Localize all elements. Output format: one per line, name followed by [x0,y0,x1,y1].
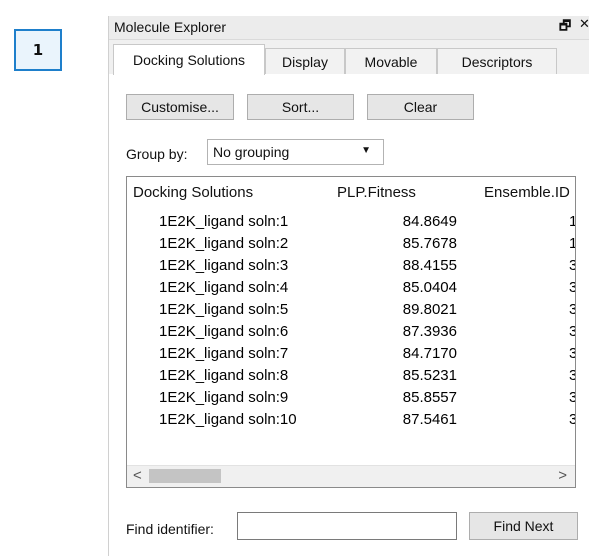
tab-descriptors[interactable]: Descriptors [437,48,557,74]
tab-movable[interactable]: Movable [345,48,437,74]
group-by-select[interactable]: No grouping ▼ [207,139,384,165]
ensemble-id-value: 1 [569,213,575,230]
table-row[interactable]: 1E2K_ligand soln:10 87.5461 3 [127,411,575,433]
solution-name: 1E2K_ligand soln:8 [159,367,289,384]
step-badge: 1 [14,29,62,71]
scroll-right-icon[interactable]: > [558,467,567,484]
plp-fitness-value: 84.8649 [402,213,457,230]
plp-fitness-value: 87.5461 [402,411,457,428]
group-by-label: Group by: [126,146,188,162]
solution-name: 1E2K_ligand soln:1 [159,213,289,230]
column-header-docking-solutions[interactable]: Docking Solutions [133,184,253,201]
title-bar: Molecule Explorer 🗗 ✕ [109,16,589,40]
column-header-plp-fitness[interactable]: PLP.Fitness [337,184,416,201]
find-identifier-input[interactable] [237,512,457,540]
customise-button[interactable]: Customise... [126,94,234,120]
solution-name: 1E2K_ligand soln:5 [159,301,289,318]
ensemble-id-value: 3 [569,345,575,362]
table-row[interactable]: 1E2K_ligand soln:2 85.7678 1 [127,235,575,257]
table-row[interactable]: 1E2K_ligand soln:7 84.7170 3 [127,345,575,367]
ensemble-id-value: 3 [569,389,575,406]
group-by-value: No grouping [213,144,290,160]
find-next-button[interactable]: Find Next [469,512,578,540]
column-header-ensemble-id[interactable]: Ensemble.ID [484,184,570,201]
plp-fitness-value: 85.0404 [402,279,457,296]
close-icon[interactable]: ✕ [579,17,589,32]
find-identifier-label: Find identifier: [126,521,214,537]
plp-fitness-value: 88.4155 [402,257,457,274]
plp-fitness-value: 87.3936 [402,323,457,340]
sort-button[interactable]: Sort... [247,94,354,120]
ensemble-id-value: 3 [569,411,575,428]
float-window-icon[interactable]: 🗗 [559,17,571,39]
solution-name: 1E2K_ligand soln:4 [159,279,289,296]
molecule-explorer-panel: Molecule Explorer 🗗 ✕ Docking Solutions … [108,16,589,556]
plp-fitness-value: 85.7678 [402,235,457,252]
horizontal-scrollbar[interactable]: < > [127,465,575,487]
solution-name: 1E2K_ligand soln:6 [159,323,289,340]
solution-name: 1E2K_ligand soln:10 [159,411,297,428]
solution-name: 1E2K_ligand soln:7 [159,345,289,362]
solution-name: 1E2K_ligand soln:9 [159,389,289,406]
table-row[interactable]: 1E2K_ligand soln:5 89.8021 3 [127,301,575,323]
solution-name: 1E2K_ligand soln:3 [159,257,289,274]
table-row[interactable]: 1E2K_ligand soln:4 85.0404 3 [127,279,575,301]
panel-title: Molecule Explorer [114,19,227,35]
scroll-left-icon[interactable]: < [133,467,142,484]
solution-name: 1E2K_ligand soln:2 [159,235,289,252]
ensemble-id-value: 3 [569,301,575,318]
plp-fitness-value: 89.8021 [402,301,457,318]
table-row[interactable]: 1E2K_ligand soln:9 85.8557 3 [127,389,575,411]
plp-fitness-value: 84.7170 [402,345,457,362]
plp-fitness-value: 85.8557 [402,389,457,406]
ensemble-id-value: 3 [569,257,575,274]
tab-bar: Docking Solutions Display Movable Descri… [109,44,589,76]
ensemble-id-value: 1 [569,235,575,252]
ensemble-id-value: 3 [569,279,575,296]
tab-display[interactable]: Display [265,48,345,74]
table-row[interactable]: 1E2K_ligand soln:3 88.4155 3 [127,257,575,279]
docking-solutions-table[interactable]: Docking Solutions PLP.Fitness Ensemble.I… [126,176,576,488]
ensemble-id-value: 3 [569,323,575,340]
ensemble-id-value: 3 [569,367,575,384]
chevron-down-icon: ▼ [361,145,371,156]
clear-button[interactable]: Clear [367,94,474,120]
plp-fitness-value: 85.5231 [402,367,457,384]
table-row[interactable]: 1E2K_ligand soln:8 85.5231 3 [127,367,575,389]
scrollbar-thumb[interactable] [149,469,221,483]
table-row[interactable]: 1E2K_ligand soln:6 87.3936 3 [127,323,575,345]
tab-docking-solutions[interactable]: Docking Solutions [113,44,265,75]
table-row[interactable]: 1E2K_ligand soln:1 84.8649 1 [127,213,575,235]
